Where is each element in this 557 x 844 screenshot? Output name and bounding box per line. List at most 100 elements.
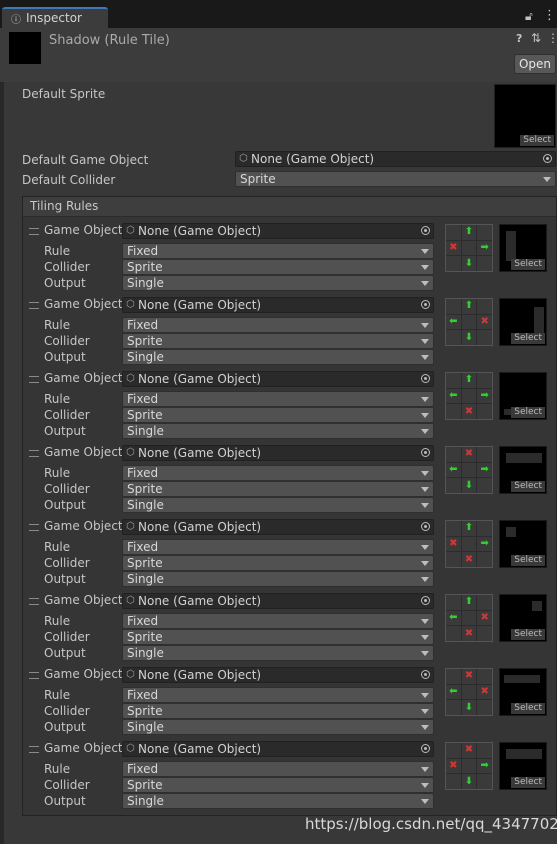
cross-icon[interactable]: ✖ bbox=[461, 743, 477, 758]
neighbor-cell[interactable] bbox=[461, 462, 477, 478]
arrow-right-icon[interactable]: ➡ bbox=[477, 758, 492, 774]
cross-icon[interactable]: ✖ bbox=[446, 536, 461, 552]
default-collider-dropdown[interactable]: Sprite bbox=[235, 171, 556, 187]
neighbor-cell[interactable] bbox=[461, 240, 477, 256]
lock-icon[interactable]: 🔓︎ bbox=[525, 9, 533, 24]
neighbor-cell[interactable] bbox=[477, 256, 492, 271]
preset-icon[interactable]: ⇅ bbox=[531, 31, 541, 45]
neighbor-cell[interactable] bbox=[477, 330, 492, 345]
arrow-right-icon[interactable]: ➡ bbox=[477, 536, 492, 552]
neighbor-cell[interactable] bbox=[446, 299, 461, 314]
neighbor-cell[interactable] bbox=[446, 478, 461, 493]
drag-handle[interactable] bbox=[29, 228, 39, 235]
output-dropdown[interactable]: Single bbox=[122, 793, 434, 809]
arrow-left-icon[interactable]: ⬅ bbox=[446, 314, 461, 330]
neighbor-cell[interactable] bbox=[477, 700, 492, 715]
neighbor-cell[interactable] bbox=[446, 404, 461, 419]
neighbor-cell[interactable] bbox=[461, 610, 477, 626]
neighbor-cell[interactable] bbox=[446, 552, 461, 567]
collider-dropdown[interactable]: Sprite bbox=[122, 333, 434, 349]
preview-select-button[interactable]: Select bbox=[511, 259, 545, 270]
neighbor-cell[interactable] bbox=[446, 373, 461, 388]
output-dropdown[interactable]: Single bbox=[122, 645, 434, 661]
object-picker-icon[interactable] bbox=[421, 374, 430, 383]
collider-dropdown[interactable]: Sprite bbox=[122, 629, 434, 645]
neighbor-cell[interactable] bbox=[477, 774, 492, 789]
neighbor-cell[interactable] bbox=[461, 758, 477, 774]
neighbor-cell[interactable] bbox=[477, 595, 492, 610]
output-dropdown[interactable]: Single bbox=[122, 497, 434, 513]
cross-icon[interactable]: ✖ bbox=[446, 240, 461, 256]
preview-select-button[interactable]: Select bbox=[511, 629, 545, 640]
output-dropdown[interactable]: Single bbox=[122, 719, 434, 735]
cross-icon[interactable]: ✖ bbox=[461, 552, 477, 567]
arrow-left-icon[interactable]: ⬅ bbox=[446, 610, 461, 626]
cross-icon[interactable]: ✖ bbox=[461, 626, 477, 641]
neighbor-cell[interactable] bbox=[461, 388, 477, 404]
collider-dropdown[interactable]: Sprite bbox=[122, 777, 434, 793]
sprite-select-button[interactable]: Select bbox=[520, 135, 554, 146]
cross-icon[interactable]: ✖ bbox=[461, 669, 477, 684]
cross-icon[interactable]: ✖ bbox=[461, 447, 477, 462]
collider-dropdown[interactable]: Sprite bbox=[122, 703, 434, 719]
neighbor-cell[interactable] bbox=[477, 478, 492, 493]
preview-select-button[interactable]: Select bbox=[511, 481, 545, 492]
drag-handle[interactable] bbox=[29, 672, 39, 679]
rule-dropdown[interactable]: Fixed bbox=[122, 465, 434, 481]
drag-handle[interactable] bbox=[29, 524, 39, 531]
rule-dropdown[interactable]: Fixed bbox=[122, 391, 434, 407]
default-game-object-field[interactable]: ⬡ None (Game Object) bbox=[235, 151, 556, 167]
neighbor-cell[interactable] bbox=[477, 299, 492, 314]
rule-game-object-field[interactable]: ⬡ None (Game Object) bbox=[122, 667, 434, 683]
neighbor-cell[interactable] bbox=[446, 669, 461, 684]
drag-handle[interactable] bbox=[29, 746, 39, 753]
neighbor-cell[interactable] bbox=[446, 521, 461, 536]
rule-dropdown[interactable]: Fixed bbox=[122, 613, 434, 629]
neighbor-cell[interactable] bbox=[477, 225, 492, 240]
default-sprite-field[interactable]: Select bbox=[494, 84, 556, 148]
arrow-up-icon[interactable]: ⬆ bbox=[461, 595, 477, 610]
drag-handle[interactable] bbox=[29, 598, 39, 605]
rule-dropdown[interactable]: Fixed bbox=[122, 243, 434, 259]
neighbor-cell[interactable] bbox=[446, 595, 461, 610]
object-picker-icon[interactable] bbox=[421, 300, 430, 309]
rule-sprite-preview[interactable]: Select bbox=[499, 668, 547, 716]
neighbor-cell[interactable] bbox=[477, 552, 492, 567]
help-icon[interactable]: ? bbox=[516, 32, 522, 45]
cross-icon[interactable]: ✖ bbox=[477, 684, 492, 700]
object-picker-icon[interactable] bbox=[543, 154, 552, 163]
arrow-down-icon[interactable]: ⬇ bbox=[461, 330, 477, 345]
rule-dropdown[interactable]: Fixed bbox=[122, 539, 434, 555]
neighbor-cell[interactable] bbox=[446, 774, 461, 789]
arrow-up-icon[interactable]: ⬆ bbox=[461, 299, 477, 314]
rule-game-object-field[interactable]: ⬡ None (Game Object) bbox=[122, 297, 434, 313]
neighbor-cell[interactable] bbox=[446, 225, 461, 240]
arrow-left-icon[interactable]: ⬅ bbox=[446, 462, 461, 478]
preview-select-button[interactable]: Select bbox=[511, 407, 545, 418]
tab-inspector[interactable]: ⓘ Inspector bbox=[2, 7, 108, 28]
arrow-right-icon[interactable]: ➡ bbox=[477, 240, 492, 256]
drag-handle[interactable] bbox=[29, 376, 39, 383]
arrow-up-icon[interactable]: ⬆ bbox=[461, 521, 477, 536]
output-dropdown[interactable]: Single bbox=[122, 423, 434, 439]
object-picker-icon[interactable] bbox=[421, 448, 430, 457]
arrow-up-icon[interactable]: ⬆ bbox=[461, 373, 477, 388]
context-menu-icon[interactable]: ⋮ bbox=[547, 31, 557, 45]
drag-handle[interactable] bbox=[29, 302, 39, 309]
rule-game-object-field[interactable]: ⬡ None (Game Object) bbox=[122, 741, 434, 757]
rule-sprite-preview[interactable]: Select bbox=[499, 742, 547, 790]
preview-select-button[interactable]: Select bbox=[511, 777, 545, 788]
object-picker-icon[interactable] bbox=[421, 226, 430, 235]
rule-sprite-preview[interactable]: Select bbox=[499, 446, 547, 494]
preview-select-button[interactable]: Select bbox=[511, 555, 545, 566]
neighbor-cell[interactable] bbox=[477, 626, 492, 641]
collider-dropdown[interactable]: Sprite bbox=[122, 407, 434, 423]
preview-select-button[interactable]: Select bbox=[511, 333, 545, 344]
cross-icon[interactable]: ✖ bbox=[477, 610, 492, 626]
neighbor-cell[interactable] bbox=[477, 521, 492, 536]
collider-dropdown[interactable]: Sprite bbox=[122, 259, 434, 275]
object-picker-icon[interactable] bbox=[421, 522, 430, 531]
rule-sprite-preview[interactable]: Select bbox=[499, 594, 547, 642]
arrow-left-icon[interactable]: ⬅ bbox=[446, 388, 461, 404]
collider-dropdown[interactable]: Sprite bbox=[122, 555, 434, 571]
